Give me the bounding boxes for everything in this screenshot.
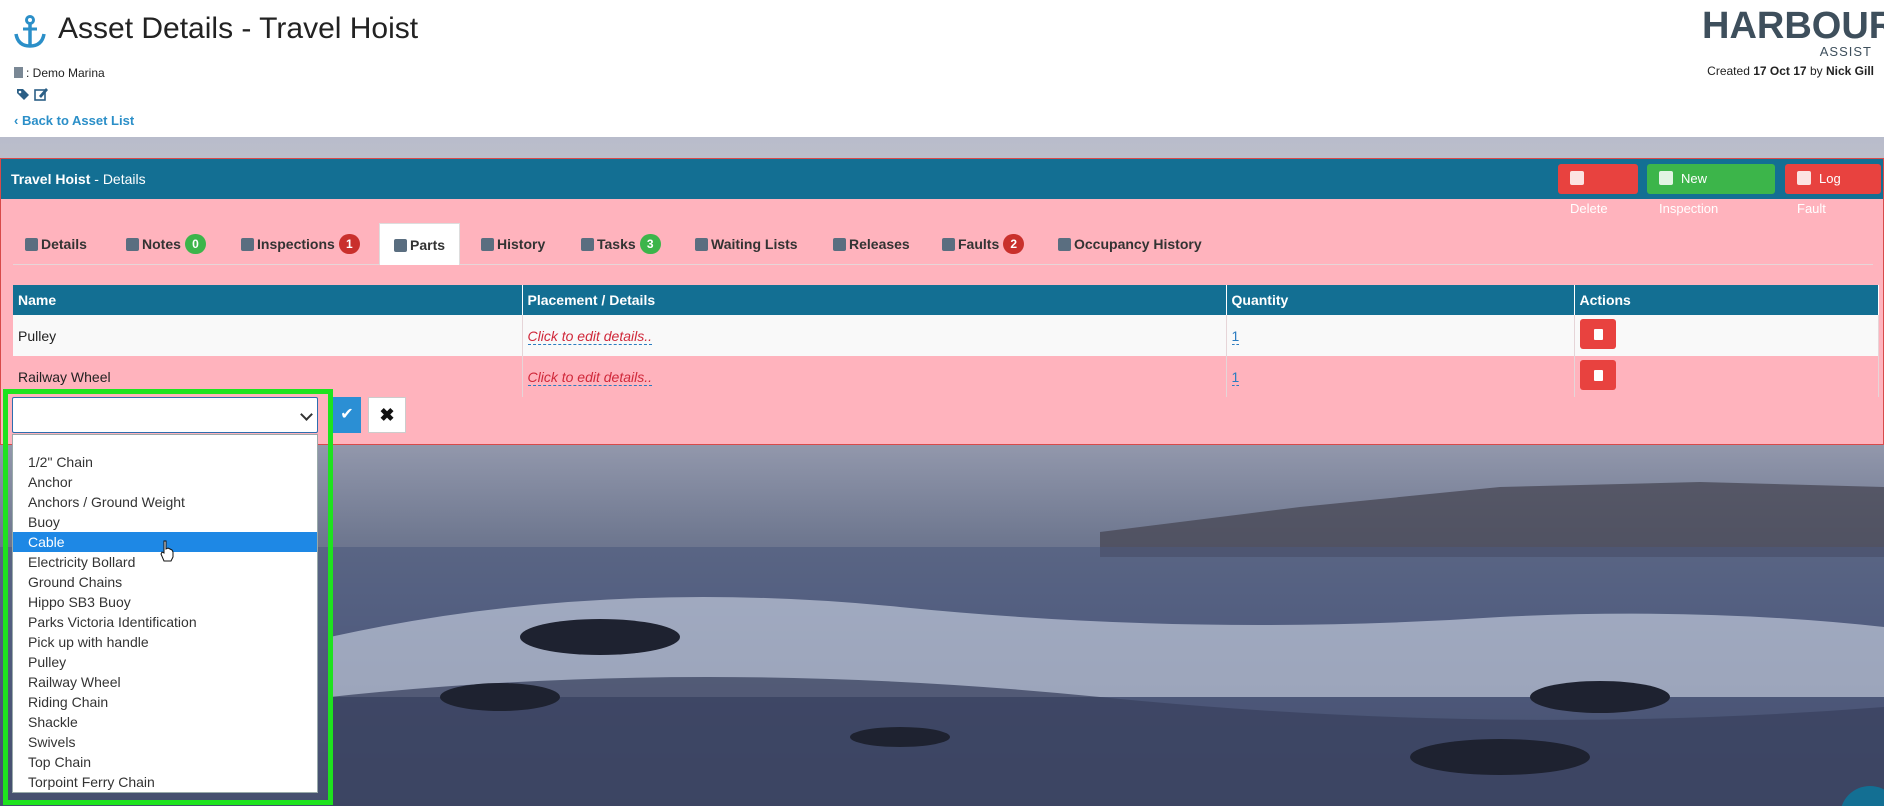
part-name: Pulley [13, 315, 523, 356]
tab-history[interactable]: History [481, 223, 545, 265]
chevron-left-icon: ‹ [14, 113, 22, 128]
page-title: Asset Details - Travel Hoist [58, 12, 419, 45]
delete-part-button[interactable] [1579, 319, 1616, 349]
ambulance-icon [942, 238, 955, 251]
sign-out-icon [833, 238, 846, 251]
quantity-link[interactable]: 1 [1231, 368, 1240, 386]
tab-tasks[interactable]: Tasks 3 [581, 223, 661, 265]
building-icon [14, 67, 23, 78]
alarm-clock-icon [1659, 171, 1673, 185]
file-icon [126, 238, 139, 251]
column-header-name: Name [13, 285, 523, 315]
delete-button[interactable]: Delete [1558, 164, 1638, 216]
new-inspection-button[interactable]: New Inspection [1647, 164, 1775, 216]
marina-name: : Demo Marina [26, 66, 105, 80]
edit-details-link[interactable]: Click to edit details.. [527, 327, 652, 345]
tab-waiting-lists[interactable]: Waiting Lists [695, 223, 798, 265]
tab-faults[interactable]: Faults 2 [942, 223, 1025, 265]
edit-details-link[interactable]: Click to edit details.. [527, 368, 652, 386]
highlight-outline [3, 389, 333, 805]
confirm-add-part-button[interactable]: ✔ [333, 397, 361, 433]
history-icon [481, 238, 494, 251]
tab-releases[interactable]: Releases [833, 223, 910, 265]
hand-pointer-icon [160, 540, 174, 562]
notes-count-badge: 0 [184, 234, 206, 254]
tab-occupancy-history[interactable]: Occupancy History [1058, 223, 1202, 265]
page-header: Asset Details - Travel Hoist : Demo Mari… [0, 0, 1884, 137]
column-header-quantity: Quantity [1226, 285, 1575, 315]
tasks-icon [581, 238, 594, 251]
faults-count-badge: 2 [1003, 234, 1025, 254]
parts-table: Name Placement / Details Quantity Action… [13, 285, 1879, 397]
puzzle-icon [394, 239, 407, 252]
harbour-assist-logo: HARBOUR ASSIST [1702, 5, 1884, 59]
marina-label: : Demo Marina [14, 66, 105, 80]
created-info: Created 17 Oct 17 by Nick Gill [1707, 64, 1874, 78]
tag-icon[interactable] [17, 89, 29, 100]
bed-icon [1058, 238, 1071, 251]
panel-header: Travel Hoist - Details Delete New Inspec… [1, 159, 1883, 216]
check-icon: ✔ [340, 406, 354, 423]
tab-details[interactable]: Details [25, 223, 87, 265]
anchor-icon [14, 15, 46, 48]
back-to-asset-list-link[interactable]: ‹ Back to Asset List [14, 113, 134, 128]
anchor-icon [25, 238, 38, 251]
tab-inspections[interactable]: Inspections 1 [241, 223, 360, 265]
close-icon: ✖ [379, 405, 395, 425]
panel-title: Travel Hoist - Details [11, 171, 146, 187]
log-fault-button[interactable]: Log Fault [1785, 164, 1881, 216]
clock-icon [695, 238, 708, 251]
tasks-count-badge: 3 [639, 234, 661, 254]
tag-edit-icons[interactable] [16, 87, 56, 101]
tab-parts[interactable]: Parts [379, 223, 461, 265]
inspections-count-badge: 1 [338, 234, 360, 254]
edit-icon[interactable] [34, 88, 48, 101]
cancel-add-part-button[interactable]: ✖ [368, 397, 406, 433]
clock-icon [241, 238, 254, 251]
medkit-icon [1797, 171, 1811, 185]
tab-bar: Details Notes 0 Inspections 1 Parts Histor… [13, 223, 1873, 265]
delete-part-button[interactable] [1579, 360, 1616, 390]
trash-icon [1570, 171, 1584, 185]
column-header-placement: Placement / Details [522, 285, 1227, 315]
table-row: Pulley Click to edit details.. 1 [13, 315, 1879, 356]
tab-notes[interactable]: Notes 0 [126, 223, 206, 265]
column-header-actions: Actions [1574, 285, 1879, 315]
quantity-link[interactable]: 1 [1231, 327, 1240, 345]
